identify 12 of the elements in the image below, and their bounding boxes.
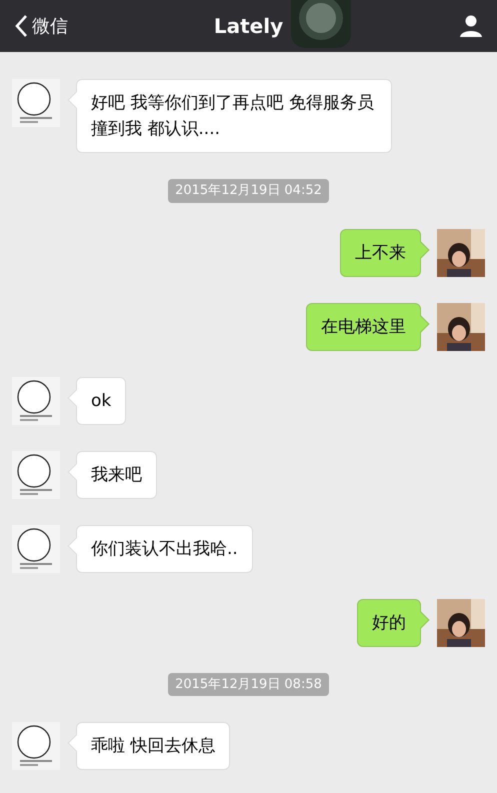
avatar[interactable] — [12, 450, 60, 498]
back-button[interactable]: 微信 — [14, 12, 68, 40]
avatar[interactable] — [12, 79, 60, 127]
timestamp: 2015年12月19日 08:58 — [168, 672, 329, 696]
person-icon[interactable] — [459, 14, 483, 38]
avatar[interactable] — [12, 376, 60, 424]
avatar[interactable] — [12, 722, 60, 770]
avatar[interactable] — [12, 524, 60, 572]
assistive-touch-icon[interactable] — [291, 0, 351, 48]
chat-title: Lately — [214, 13, 284, 40]
back-icon — [14, 14, 28, 38]
timestamp: 2015年12月19日 04:52 — [168, 179, 329, 202]
